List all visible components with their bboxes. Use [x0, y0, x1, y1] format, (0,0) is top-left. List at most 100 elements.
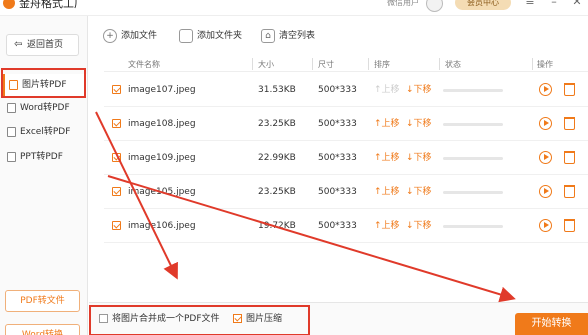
move-up-button[interactable]: ↑上移: [374, 84, 400, 96]
file-name: image107.jpeg: [128, 85, 196, 95]
minimize-icon[interactable]: –: [547, 0, 561, 9]
app-window: 金舟格式工厂 微信用户 会员中心 ≡ – ✕ ⇦ 返回首页 图片转PDF Wor…: [0, 0, 588, 335]
sidebar-item-label: 图片转PDF: [22, 80, 67, 90]
compress-option[interactable]: 图片压缩: [233, 313, 282, 325]
document-icon: [9, 80, 18, 90]
avatar[interactable]: [426, 0, 443, 12]
trash-icon[interactable]: [564, 185, 575, 198]
trash-icon[interactable]: [564, 219, 575, 232]
row-checkbox[interactable]: [112, 153, 121, 162]
compress-label: 图片压缩: [246, 314, 283, 324]
file-dimension: 500*333: [318, 85, 357, 95]
trash-icon[interactable]: [564, 117, 575, 130]
sidebar-item-word-to-pdf[interactable]: Word转PDF: [3, 97, 87, 119]
document-icon: [7, 127, 16, 137]
file-dimension: 500*333: [318, 221, 357, 231]
row-checkbox[interactable]: [112, 221, 121, 230]
move-up-label: 上移: [381, 221, 400, 231]
table-row[interactable]: image105.jpeg 23.25KB 500*333 ↑上移 ↓下移: [104, 175, 588, 209]
progress-bar: [443, 123, 503, 126]
file-dimension: 500*333: [318, 119, 357, 129]
file-name: image109.jpeg: [128, 153, 196, 163]
file-dimension: 500*333: [318, 153, 357, 163]
table-header: 文件名称 大小 尺寸 排序 状态 操作: [104, 56, 588, 72]
play-icon[interactable]: [539, 151, 552, 164]
file-name: image106.jpeg: [128, 221, 196, 231]
file-name: image108.jpeg: [128, 119, 196, 129]
broom-icon: ⌂: [261, 29, 275, 43]
progress-bar: [443, 157, 503, 160]
merge-checkbox[interactable]: [99, 314, 108, 323]
file-size: 19.72KB: [258, 221, 296, 231]
back-home-label: 返回首页: [27, 40, 64, 50]
word-convert-button[interactable]: Word转换: [5, 324, 80, 335]
file-size: 22.99KB: [258, 153, 296, 163]
move-up-label: 上移: [381, 187, 400, 197]
file-size: 31.53KB: [258, 85, 296, 95]
row-checkbox[interactable]: [112, 85, 121, 94]
sidebar-item-image-to-pdf[interactable]: 图片转PDF: [3, 74, 87, 96]
close-icon[interactable]: ✕: [570, 0, 584, 9]
sidebar-item-label: Word转PDF: [20, 103, 70, 113]
folder-icon: [179, 29, 193, 43]
file-name: image105.jpeg: [128, 187, 196, 197]
move-down-button[interactable]: ↓下移: [406, 152, 432, 164]
move-up-button[interactable]: ↑上移: [374, 220, 400, 232]
play-icon[interactable]: [539, 117, 552, 130]
trash-icon[interactable]: [564, 83, 575, 96]
file-dimension: 500*333: [318, 187, 357, 197]
sidebar: ⇦ 返回首页 图片转PDF Word转PDF Excel转PDF PPT转PDF…: [0, 16, 88, 335]
user-name[interactable]: 微信用户: [387, 0, 419, 8]
column-divider: [532, 58, 533, 70]
column-divider: [312, 58, 313, 70]
row-checkbox[interactable]: [112, 119, 121, 128]
menu-icon[interactable]: ≡: [523, 0, 537, 9]
clear-list-button[interactable]: ⌂ 清空列表: [261, 26, 315, 46]
sidebar-item-label: Excel转PDF: [20, 127, 71, 137]
play-icon[interactable]: [539, 185, 552, 198]
table-row[interactable]: image108.jpeg 23.25KB 500*333 ↑上移 ↓下移: [104, 107, 588, 141]
back-arrow-icon: ⇦: [14, 39, 23, 50]
merge-option[interactable]: 将图片合并成一个PDF文件: [99, 313, 220, 325]
column-divider: [368, 58, 369, 70]
move-down-label: 下移: [413, 85, 432, 95]
move-down-button[interactable]: ↓下移: [406, 118, 432, 130]
trash-icon[interactable]: [564, 151, 575, 164]
header-dimension: 尺寸: [318, 60, 334, 69]
app-logo-icon: [3, 0, 15, 9]
file-size: 23.25KB: [258, 119, 296, 129]
plus-circle-icon: +: [103, 29, 117, 43]
sidebar-item-label: PPT转PDF: [20, 152, 63, 162]
move-down-label: 下移: [413, 187, 432, 197]
clear-list-label: 清空列表: [279, 31, 316, 41]
title-bar: 金舟格式工厂 微信用户 会员中心 ≡ – ✕: [0, 0, 588, 16]
move-down-button[interactable]: ↓下移: [406, 186, 432, 198]
sidebar-item-ppt-to-pdf[interactable]: PPT转PDF: [3, 146, 87, 168]
column-divider: [439, 58, 440, 70]
move-up-button[interactable]: ↑上移: [374, 118, 400, 130]
compress-checkbox[interactable]: [233, 314, 242, 323]
row-checkbox[interactable]: [112, 187, 121, 196]
start-convert-button[interactable]: 开始转换: [515, 313, 588, 335]
move-up-button[interactable]: ↑上移: [374, 152, 400, 164]
header-name: 文件名称: [128, 60, 160, 69]
move-up-button[interactable]: ↑上移: [374, 186, 400, 198]
add-folder-button[interactable]: 添加文件夹: [179, 26, 242, 46]
table-row[interactable]: image109.jpeg 22.99KB 500*333 ↑上移 ↓下移: [104, 141, 588, 175]
header-size: 大小: [258, 60, 274, 69]
play-icon[interactable]: [539, 83, 552, 96]
move-down-label: 下移: [413, 221, 432, 231]
table-row[interactable]: image107.jpeg 31.53KB 500*333 ↑上移 ↓下移: [104, 73, 588, 107]
move-down-button[interactable]: ↓下移: [406, 84, 432, 96]
move-up-label: 上移: [381, 119, 400, 129]
pdf-to-file-button[interactable]: PDF转文件: [5, 290, 80, 312]
add-file-button[interactable]: + 添加文件: [103, 26, 157, 46]
play-icon[interactable]: [539, 219, 552, 232]
file-size: 23.25KB: [258, 187, 296, 197]
table-row[interactable]: image106.jpeg 19.72KB 500*333 ↑上移 ↓下移: [104, 209, 588, 243]
sidebar-item-excel-to-pdf[interactable]: Excel转PDF: [3, 121, 87, 143]
vip-center-button[interactable]: 会员中心: [455, 0, 511, 10]
back-home-button[interactable]: ⇦ 返回首页: [6, 34, 79, 56]
app-title: 金舟格式工厂: [19, 0, 85, 10]
move-down-button[interactable]: ↓下移: [406, 220, 432, 232]
